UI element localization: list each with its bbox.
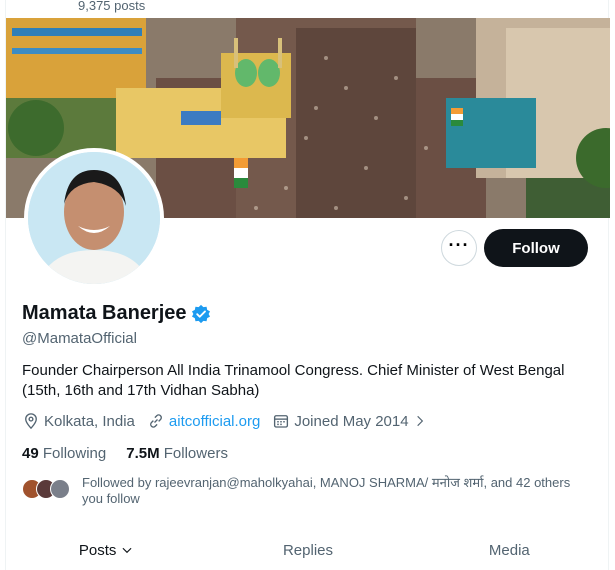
location-pin-icon xyxy=(25,413,37,430)
chevron-right-icon[interactable] xyxy=(413,414,427,428)
profile-bio: Founder Chairperson All India Trinamool … xyxy=(22,362,565,399)
tab-replies[interactable]: Replies xyxy=(207,530,408,570)
joined-text: Joined May 2014 xyxy=(294,412,409,430)
tab-label: Posts xyxy=(78,541,117,559)
more-options-button[interactable]: ··· xyxy=(441,230,477,266)
followers-label: Followers xyxy=(163,445,228,462)
profile-header-bar: 9,375 posts xyxy=(6,0,608,18)
tab-media[interactable]: Media xyxy=(409,530,610,570)
verified-badge-icon[interactable] xyxy=(191,304,211,324)
follower-avatars xyxy=(22,475,74,499)
avatar-image xyxy=(28,152,160,284)
location-text: Kolkata, India xyxy=(44,412,135,430)
link-icon xyxy=(149,414,162,428)
profile-name: Mamata Banerjee xyxy=(22,302,187,324)
followers-link[interactable]: 7.5M Followers xyxy=(126,445,228,462)
profile-avatar[interactable] xyxy=(24,148,164,288)
followed-by[interactable]: Followed by rajeevranjan@maholkyahai, MA… xyxy=(22,475,594,507)
ellipsis-icon: ··· xyxy=(448,235,470,255)
follow-stats: 49 Following 7.5M Followers xyxy=(22,445,248,462)
following-count: 49 xyxy=(22,445,39,462)
website-item: aitcofficial.org xyxy=(147,412,260,430)
post-count: 9,375 posts xyxy=(78,0,146,13)
tab-label: Media xyxy=(488,541,530,559)
tab-label: Replies xyxy=(282,541,333,559)
following-label: Following xyxy=(42,445,107,462)
profile-name-row: Mamata Banerjee xyxy=(22,302,211,325)
profile-meta: Kolkata, India aitcofficial.org Joined M… xyxy=(22,412,439,430)
followers-count: 7.5M xyxy=(126,445,160,462)
profile-tabs: Posts Replies Media xyxy=(6,530,610,570)
following-link[interactable]: 49 Following xyxy=(22,445,106,462)
joined-item: Joined May 2014 xyxy=(272,412,426,430)
calendar-icon xyxy=(274,415,289,428)
website-link[interactable]: aitcofficial.org xyxy=(169,413,260,430)
followed-by-text[interactable]: Followed by rajeevranjan@maholkyahai, MA… xyxy=(82,475,594,507)
location-item: Kolkata, India xyxy=(22,412,135,430)
chevron-down-icon xyxy=(122,547,132,554)
follow-button[interactable]: Follow xyxy=(484,229,588,267)
profile-handle: @MamataOfficial xyxy=(22,330,137,347)
tab-posts[interactable]: Posts xyxy=(6,530,207,570)
follower-avatar xyxy=(50,479,70,499)
profile-page: 9,375 posts ··· Follow Mamata Banerjee @… xyxy=(5,0,610,570)
